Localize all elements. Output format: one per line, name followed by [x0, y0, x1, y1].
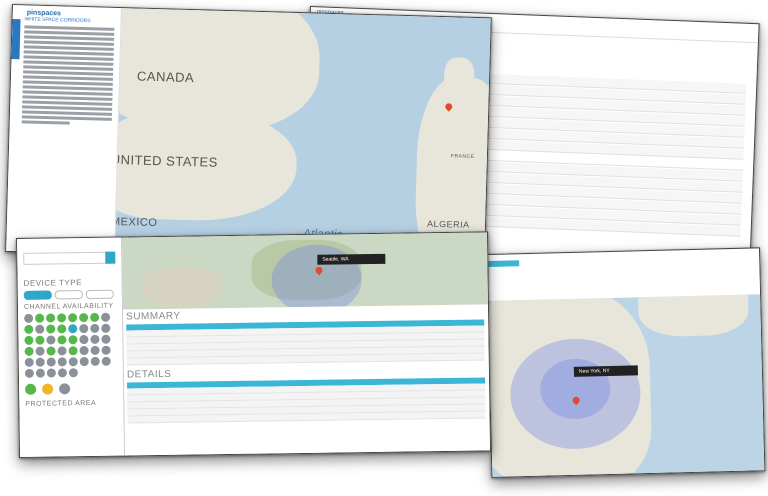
tooltip: Seattle, WA — [317, 253, 386, 265]
device-type-toggles — [23, 289, 116, 300]
legend-unavailable — [59, 383, 71, 395]
sidebar-text — [21, 25, 121, 126]
search-button[interactable] — [105, 251, 116, 264]
sidebar-heading: WHITE SPACE CORRIDORS — [24, 16, 91, 25]
device-toggle[interactable] — [23, 290, 52, 300]
filter-sidebar: DEVICE TYPE CHANNEL AVAILABILITY PROTECT… — [17, 237, 126, 457]
channel-legend — [25, 383, 117, 395]
section-channel-availability: CHANNEL AVAILABILITY — [23, 302, 114, 311]
search-input[interactable] — [23, 251, 116, 265]
details-table — [127, 377, 486, 424]
ny-map-window: New York, NY — [486, 247, 766, 478]
dashboard-window: Seattle, WA SUMMARY DETAILS DEVICE TYPE … — [16, 231, 492, 458]
device-toggle[interactable] — [85, 289, 114, 300]
legend-available — [25, 383, 37, 395]
section-device-type: DEVICE TYPE — [23, 278, 82, 288]
tooltip: New York, NY — [573, 365, 639, 377]
map-label-us: UNITED STATES — [114, 151, 219, 170]
dashboard-main: Seattle, WA SUMMARY DETAILS — [121, 232, 491, 456]
map-label-mexico: MEXICO — [114, 215, 158, 230]
map-label-canada: CANADA — [136, 68, 195, 86]
summary-table — [126, 319, 485, 366]
summary-panel: SUMMARY DETAILS — [122, 304, 491, 456]
info-sidebar: pinspaces WHITE SPACE CORRIDORS — [6, 5, 122, 254]
map-label-algeria: ALGERIA — [426, 218, 470, 230]
seattle-map[interactable]: Seattle, WA — [121, 232, 489, 312]
ny-map[interactable]: New York, NY — [488, 294, 765, 477]
world-map[interactable]: CANADA UNITED STATES MEXICO Atlantic Oce… — [114, 8, 491, 265]
legend-partial — [42, 383, 54, 395]
device-toggle[interactable] — [54, 290, 83, 300]
section-protected-area: PROTECTED AREA — [25, 399, 97, 408]
sidebar-tab[interactable] — [11, 19, 21, 60]
channel-grid — [24, 312, 117, 378]
map-label-france: FRANCE — [450, 153, 475, 160]
map-window: CANADA UNITED STATES MEXICO Atlantic Oce… — [5, 4, 492, 266]
